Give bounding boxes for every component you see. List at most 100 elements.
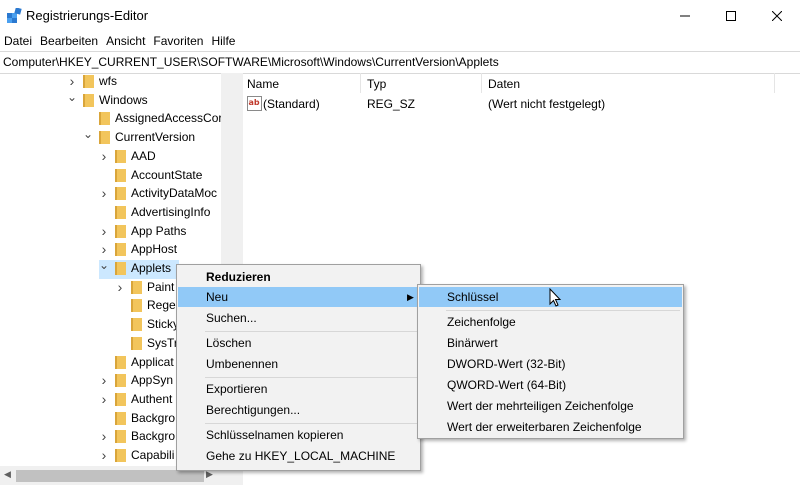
menu-bar: Datei Bearbeiten Ansicht Favoriten Hilfe [0,31,800,51]
mouse-cursor-icon [549,288,562,307]
chevron-down-icon[interactable]: ⌄ [83,128,93,143]
close-button[interactable] [754,0,800,31]
tree-item[interactable]: ⌄ CurrentVersion [0,128,237,147]
menu-item-exportieren[interactable]: Exportieren [178,379,419,399]
folder-icon [115,187,126,201]
tree-item[interactable]: AccountState [0,166,237,185]
scroll-left-icon[interactable]: ◀ [4,469,11,480]
svg-text:ab: ab [249,98,260,107]
submenu-item-qword[interactable]: QWORD-Wert (64-Bit) [419,375,682,395]
submenu-item-binaerwert[interactable]: Binärwert [419,333,682,353]
menu-separator [205,423,417,424]
menu-item-neu[interactable]: Neu ▶ [178,287,419,307]
folder-icon [131,299,142,313]
value-name: (Standard) [263,97,320,111]
minimize-button[interactable] [662,0,708,31]
menu-item-gehe-zu-hklm[interactable]: Gehe zu HKEY_LOCAL_MACHINE [178,446,419,466]
tree-item-label: AccountState [131,167,203,182]
chevron-right-icon[interactable]: › [99,448,109,462]
folder-icon [115,355,126,369]
folder-icon [115,374,126,388]
tree-item-label: Authent [131,391,173,406]
tree-item[interactable]: › AAD [0,147,237,166]
tree-item-label: AppSyn [131,373,174,388]
menu-item-label: Suchen... [206,311,257,325]
folder-icon [115,411,126,425]
folder-icon [131,318,142,332]
menu-item-suchen[interactable]: Suchen... [178,308,419,328]
tree-item-label: SysTr [147,335,178,350]
menu-item-label: DWORD-Wert (32-Bit) [447,357,566,371]
menu-item-label: Wert der mehrteiligen Zeichenfolge [447,399,634,413]
address-bar[interactable]: Computer\HKEY_CURRENT_USER\SOFTWARE\Micr… [0,51,800,74]
chevron-right-icon[interactable]: › [99,224,109,238]
column-separator[interactable] [481,73,482,93]
folder-icon [83,93,94,107]
chevron-down-icon[interactable]: ⌄ [99,259,109,274]
folder-icon [99,131,110,145]
menu-favoriten[interactable]: Favoriten [149,31,207,51]
submenu-item-dword[interactable]: DWORD-Wert (32-Bit) [419,354,682,374]
chevron-right-icon[interactable]: › [99,242,109,256]
tree-item[interactable]: › ActivityDataMoc [0,184,237,203]
folder-icon [115,392,126,406]
tree-item[interactable]: › wfs [0,73,237,91]
tree-item[interactable]: ⌄ Windows [0,91,237,110]
menu-item-loeschen[interactable]: Löschen [178,333,419,353]
horizontal-scroll-thumb[interactable] [16,470,204,482]
tree-item-label: ActivityDataMoc [131,186,218,201]
menu-ansicht[interactable]: Ansicht [102,31,149,51]
folder-icon [115,205,126,219]
tree-item-label: Paint [147,279,175,294]
submenu-item-erweiterbar[interactable]: Wert der erweiterbaren Zeichenfolge [419,417,682,437]
folder-icon [115,224,126,238]
value-type: REG_SZ [367,97,416,111]
chevron-right-icon[interactable]: › [99,149,109,163]
chevron-right-icon[interactable]: › [115,280,125,294]
tree-item[interactable]: › App Paths [0,222,237,241]
maximize-button[interactable] [708,0,754,31]
menu-item-label: Wert der erweiterbaren Zeichenfolge [447,420,642,434]
address-path: Computer\HKEY_CURRENT_USER\SOFTWARE\Micr… [3,55,499,69]
menu-item-label: Löschen [206,336,252,350]
menu-item-schluesselnamen-kopieren[interactable]: Schlüsselnamen kopieren [178,425,419,445]
menu-item-label: Neu [206,290,229,304]
menu-datei[interactable]: Datei [0,31,36,51]
column-separator[interactable] [774,73,775,93]
chevron-down-icon[interactable]: ⌄ [67,91,77,106]
column-header-name[interactable]: Name [247,77,279,91]
chevron-right-icon[interactable]: › [99,186,109,200]
tree-item-label: Sticky [147,317,180,332]
chevron-right-icon[interactable]: › [99,429,109,443]
table-row[interactable]: ab (Standard) REG_SZ (Wert nicht festgel… [243,94,778,113]
folder-icon [131,336,142,350]
folder-icon [83,75,94,88]
chevron-right-icon[interactable]: › [67,74,77,88]
registry-editor-icon [7,8,22,23]
tree-item[interactable]: AdvertisingInfo [0,203,237,222]
tree-item[interactable]: › AppHost [0,240,237,259]
menu-separator [205,331,417,332]
menu-item-label: Zeichenfolge [447,315,516,329]
tree-item[interactable]: AssignedAccessCor [0,109,237,128]
menu-item-umbenennen[interactable]: Umbenennen [178,354,419,374]
menu-bearbeiten[interactable]: Bearbeiten [36,31,102,51]
menu-item-berechtigungen[interactable]: Berechtigungen... [178,400,419,420]
column-header-type[interactable]: Typ [367,77,386,91]
folder-icon [115,149,126,163]
tree-item-label: Windows [99,92,148,107]
chevron-right-icon[interactable]: › [99,392,109,406]
menu-hilfe[interactable]: Hilfe [207,31,239,51]
submenu-item-zeichenfolge[interactable]: Zeichenfolge [419,312,682,332]
column-header-data[interactable]: Daten [488,77,520,91]
folder-icon [115,430,126,444]
chevron-right-icon[interactable]: › [99,373,109,387]
column-separator[interactable] [360,73,361,93]
menu-separator [446,310,680,311]
minimize-icon [680,15,690,16]
tree-item-label: Capabili [131,448,175,462]
menu-item-reduzieren[interactable]: Reduzieren [178,267,419,287]
tree-item-label: Applets [131,261,172,275]
submenu-item-mehrteilig[interactable]: Wert der mehrteiligen Zeichenfolge [419,396,682,416]
tree-item-label: AdvertisingInfo [131,204,211,219]
